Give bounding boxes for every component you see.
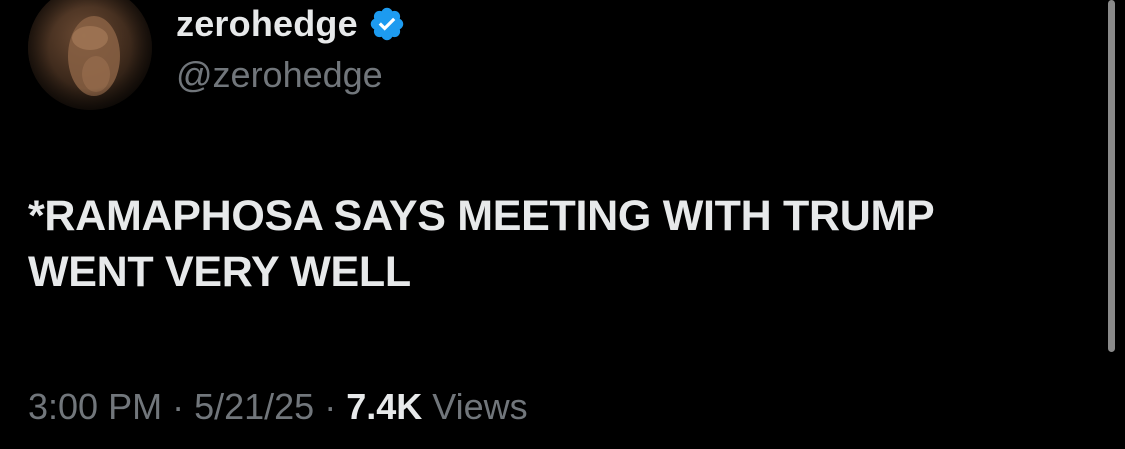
views-count[interactable]: 7.4K: [346, 386, 422, 428]
tweet-meta: 3:00 PM · 5/21/25 · 7.4K Views: [28, 386, 528, 428]
author-row[interactable]: zerohedge: [176, 0, 406, 48]
avatar-image: [28, 0, 152, 110]
tweet-text-line: *RAMAPHOSA SAYS MEETING WITH TRUMP: [28, 192, 935, 240]
verified-badge-icon: [370, 7, 404, 41]
tweet-time[interactable]: 3:00 PM: [28, 386, 162, 428]
views-label[interactable]: Views: [432, 386, 527, 428]
tweet-date[interactable]: 5/21/25: [194, 386, 314, 428]
display-name[interactable]: zerohedge: [176, 3, 358, 45]
tweet-text-line: WENT VERY WELL: [28, 248, 411, 296]
meta-separator: ·: [172, 386, 185, 427]
avatar[interactable]: [28, 0, 152, 110]
tweet-text: *RAMAPHOSA SAYS MEETING WITH TRUMP WENT …: [28, 188, 1088, 300]
author-handle[interactable]: @zerohedge: [176, 54, 383, 96]
meta-separator: ·: [324, 386, 337, 427]
scrollbar[interactable]: [1108, 0, 1115, 352]
